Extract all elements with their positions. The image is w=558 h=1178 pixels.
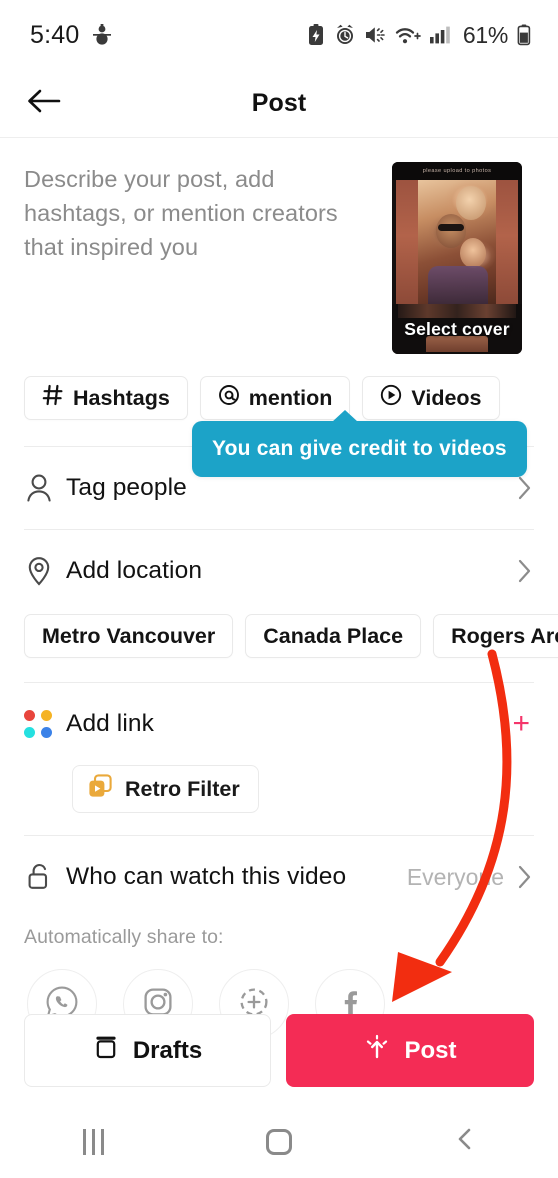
- setting-add-location-label: Add location: [66, 557, 203, 584]
- chevron-right-icon: [516, 557, 534, 585]
- privacy-value: Everyone: [406, 863, 504, 890]
- setting-add-link[interactable]: Add link +: [0, 683, 558, 765]
- cover-side-band-right: [496, 180, 518, 304]
- battery-saver-icon: [306, 23, 326, 47]
- effect-chip-label: Retro Filter: [125, 776, 240, 801]
- chevron-right-icon: [516, 474, 534, 502]
- battery-icon: [516, 23, 532, 47]
- battery-percent-label: 61%: [462, 21, 508, 48]
- effects-row: Retro Filter: [0, 765, 558, 813]
- auto-share-label: Automatically share to:: [24, 926, 224, 948]
- effect-chip-retro-filter[interactable]: Retro Filter: [72, 765, 259, 813]
- arrow-left-icon: [26, 87, 62, 120]
- setting-tag-people-label: Tag people: [66, 474, 187, 501]
- location-chip-label: Rogers Arena: [451, 623, 558, 648]
- setting-add-location[interactable]: Add location: [0, 530, 558, 612]
- back-icon: [454, 1125, 476, 1158]
- location-chip[interactable]: Rogers Arena: [433, 614, 558, 658]
- location-chip-label: Metro Vancouver: [42, 623, 216, 648]
- retro-filter-icon: [87, 773, 113, 805]
- upload-sparkle-icon: [363, 1033, 391, 1068]
- chip-mention[interactable]: mention: [199, 376, 351, 420]
- person-icon: [24, 472, 66, 504]
- home-icon: [266, 1128, 292, 1155]
- cover-photo: [418, 180, 496, 304]
- nav-home-button[interactable]: [224, 1105, 334, 1178]
- location-chip[interactable]: Metro Vancouver: [24, 614, 234, 658]
- cover-filmstrip[interactable]: [398, 304, 516, 318]
- tooltip-text: You can give credit to videos: [212, 437, 507, 460]
- quick-insert-chips: Hashtags mention Videos: [0, 376, 558, 420]
- chevron-right-icon: [516, 863, 534, 891]
- add-link-plus-button[interactable]: +: [512, 709, 534, 739]
- location-chip[interactable]: Canada Place: [245, 614, 422, 658]
- chip-videos-label: Videos: [411, 385, 482, 410]
- hashtag-icon: [42, 384, 64, 412]
- four-dots-icon: [24, 710, 66, 738]
- alarm-icon: [334, 23, 356, 47]
- select-cover-label: Select cover: [404, 319, 510, 339]
- status-bar-right-icons: 61%: [306, 22, 532, 49]
- drafts-button[interactable]: Drafts: [24, 1014, 271, 1087]
- snowman-icon: [92, 23, 112, 47]
- caption-input[interactable]: Describe your post, add hashtags, or men…: [24, 162, 376, 354]
- location-chip-label: Canada Place: [263, 623, 404, 648]
- back-button[interactable]: [20, 80, 68, 128]
- post-button[interactable]: Post: [286, 1014, 534, 1087]
- footer-actions: Drafts Post: [0, 1014, 558, 1087]
- select-cover-thumbnail[interactable]: please upload to photos Select cover: [392, 162, 522, 354]
- videos-credit-tooltip[interactable]: You can give credit to videos: [192, 410, 527, 477]
- chip-mention-label: mention: [248, 385, 333, 410]
- setting-who-can-watch-label: Who can watch this video: [66, 863, 347, 890]
- wifi-icon: [395, 23, 421, 47]
- chip-videos[interactable]: Videos: [362, 376, 500, 420]
- app-header: Post: [0, 70, 558, 138]
- drafts-box-icon: [93, 1034, 119, 1067]
- unlock-icon: [24, 861, 66, 893]
- chip-hashtags[interactable]: Hashtags: [24, 376, 188, 420]
- location-suggestion-chips: Metro Vancouver Canada Place Rogers Aren…: [0, 614, 558, 658]
- recents-icon: [82, 1128, 104, 1155]
- play-circle-icon: [380, 384, 402, 412]
- cover-top-caption: please upload to photos: [392, 162, 522, 180]
- post-button-label: Post: [404, 1036, 457, 1064]
- page-title: Post: [251, 89, 307, 117]
- setting-who-can-watch[interactable]: Who can watch this video Everyone: [0, 836, 558, 918]
- status-bar-time: 5:40: [30, 20, 80, 49]
- cover-side-band-left: [396, 180, 418, 304]
- drafts-button-label: Drafts: [132, 1036, 203, 1064]
- status-bar: 5:40 61%: [0, 0, 558, 70]
- nav-recents-button[interactable]: [38, 1105, 148, 1178]
- tiktok-post-screen: 5:40 61% Post Describe your post, add ha…: [0, 0, 558, 1178]
- at-icon: [218, 384, 240, 412]
- nav-back-button[interactable]: [410, 1105, 520, 1178]
- caption-section: Describe your post, add hashtags, or men…: [0, 138, 558, 1039]
- mute-icon: [364, 23, 387, 47]
- signal-icon: [429, 23, 453, 47]
- android-nav-bar: [0, 1105, 558, 1178]
- chip-hashtags-label: Hashtags: [73, 385, 170, 410]
- location-pin-icon: [24, 555, 66, 587]
- setting-add-link-label: Add link: [66, 710, 154, 737]
